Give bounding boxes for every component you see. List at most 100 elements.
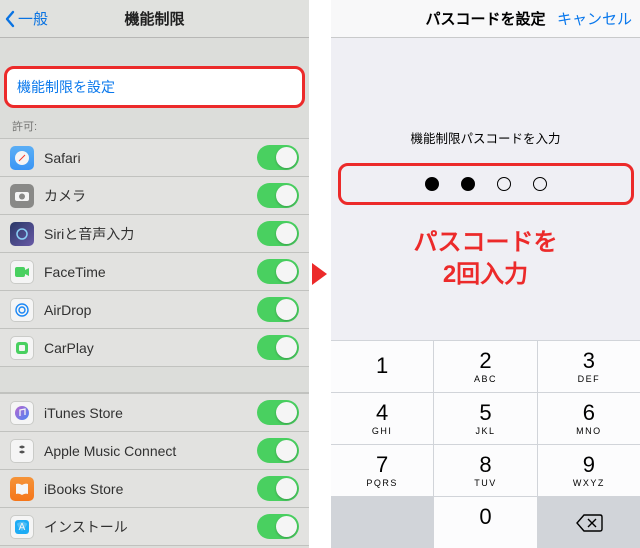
page-title: パスコードを設定 xyxy=(425,8,545,29)
key-2[interactable]: 2 ABC xyxy=(434,341,536,392)
key-backspace[interactable] xyxy=(538,497,640,548)
toggle-switch[interactable] xyxy=(257,221,299,246)
install-icon: A xyxy=(10,515,34,539)
row-label: Apple Music Connect xyxy=(44,443,257,459)
airdrop-icon xyxy=(10,298,34,322)
key-5[interactable]: 5 JKL xyxy=(434,393,536,444)
back-label: 一般 xyxy=(18,8,48,29)
applemusic-icon xyxy=(10,439,34,463)
annotation-line2: 2回入力 xyxy=(443,261,528,288)
toggle-switch[interactable] xyxy=(257,438,299,463)
list-item[interactable]: カメラ xyxy=(0,177,309,215)
key-letters: TUV xyxy=(474,478,497,488)
list-item[interactable]: FaceTime xyxy=(0,253,309,291)
numeric-keypad: 1 2 ABC 3 DEF 4 GHI 5 JKL 6 MNO 7 PQRS 8 TUV 9 W… xyxy=(331,340,640,548)
key-4[interactable]: 4 GHI xyxy=(331,393,433,444)
chevron-left-icon xyxy=(4,10,16,28)
list-item[interactable]: Safari xyxy=(0,139,309,177)
key-num: 0 xyxy=(479,506,491,528)
restrictions-pane: 一般 機能制限 機能制限を設定 許可: Safari カメラ xyxy=(0,0,309,548)
svg-text:A: A xyxy=(19,522,26,533)
facetime-icon xyxy=(10,260,34,284)
row-label: Safari xyxy=(44,150,257,166)
ibooks-icon xyxy=(10,477,34,501)
key-num: 1 xyxy=(376,355,388,377)
toggle-switch[interactable] xyxy=(257,514,299,539)
setup-restrictions-row[interactable]: 機能制限を設定 xyxy=(4,66,305,108)
key-num: 4 xyxy=(376,402,388,424)
key-letters: WXYZ xyxy=(573,478,605,488)
key-num: 9 xyxy=(583,454,595,476)
backspace-icon xyxy=(575,513,603,533)
navbar: 一般 機能制限 xyxy=(0,0,309,38)
passcode-pane: パスコードを設定 キャンセル 機能制限パスコードを入力 パスコードを 2回入力 … xyxy=(331,0,640,548)
key-num: 6 xyxy=(583,402,595,424)
key-letters: ABC xyxy=(474,374,497,384)
prompt-area: 機能制限パスコードを入力 パスコードを 2回入力 xyxy=(331,38,640,340)
key-1[interactable]: 1 xyxy=(331,341,433,392)
allow-list-2: iTunes Store Apple Music Connect iBooks … xyxy=(0,393,309,546)
toggle-switch[interactable] xyxy=(257,297,299,322)
toggle-switch[interactable] xyxy=(257,335,299,360)
list-item[interactable]: CarPlay xyxy=(0,329,309,367)
key-num: 2 xyxy=(479,350,491,372)
row-label: FaceTime xyxy=(44,264,257,280)
key-0[interactable]: 0 xyxy=(434,497,536,548)
key-8[interactable]: 8 TUV xyxy=(434,445,536,496)
passcode-dot xyxy=(461,177,475,191)
back-button[interactable]: 一般 xyxy=(0,8,48,29)
siri-icon xyxy=(10,222,34,246)
key-letters: MNO xyxy=(576,426,602,436)
toggle-switch[interactable] xyxy=(257,145,299,170)
toggle-switch[interactable] xyxy=(257,259,299,284)
key-num: 7 xyxy=(376,454,388,476)
annotation-text: パスコードを 2回入力 xyxy=(414,227,558,292)
transition-arrow xyxy=(309,0,331,548)
row-label: カメラ xyxy=(44,186,257,206)
row-label: CarPlay xyxy=(44,340,257,356)
row-label: Siriと音声入力 xyxy=(44,224,257,244)
carplay-icon xyxy=(10,336,34,360)
key-empty xyxy=(331,497,433,548)
row-label: iTunes Store xyxy=(44,405,257,421)
prompt-text: 機能制限パスコードを入力 xyxy=(410,128,560,147)
key-letters: GHI xyxy=(372,426,393,436)
row-label: iBooks Store xyxy=(44,481,257,497)
passcode-dots xyxy=(338,163,634,205)
key-letters: PQRS xyxy=(366,478,398,488)
key-3[interactable]: 3 DEF xyxy=(538,341,640,392)
key-letters: DEF xyxy=(578,374,601,384)
key-7[interactable]: 7 PQRS xyxy=(331,445,433,496)
camera-icon xyxy=(10,184,34,208)
list-item[interactable]: Siriと音声入力 xyxy=(0,215,309,253)
toggle-switch[interactable] xyxy=(257,400,299,425)
list-item[interactable]: A インストール xyxy=(0,508,309,546)
key-9[interactable]: 9 WXYZ xyxy=(538,445,640,496)
key-letters: JKL xyxy=(475,426,495,436)
section-spacer xyxy=(0,367,309,393)
setup-restrictions-label: 機能制限を設定 xyxy=(17,77,115,97)
passcode-dot xyxy=(497,177,511,191)
passcode-dot xyxy=(533,177,547,191)
list-item[interactable]: iTunes Store xyxy=(0,394,309,432)
list-item[interactable]: AirDrop xyxy=(0,291,309,329)
allow-list-1: Safari カメラ Siriと音声入力 xyxy=(0,138,309,367)
toggle-switch[interactable] xyxy=(257,476,299,501)
cancel-button[interactable]: キャンセル xyxy=(557,8,632,29)
toggle-switch[interactable] xyxy=(257,183,299,208)
key-num: 5 xyxy=(479,402,491,424)
list-item[interactable]: iBooks Store xyxy=(0,470,309,508)
allow-section-label: 許可: xyxy=(0,108,309,138)
row-label: AirDrop xyxy=(44,302,257,318)
safari-icon xyxy=(10,146,34,170)
key-num: 8 xyxy=(479,454,491,476)
itunes-icon xyxy=(10,401,34,425)
key-num: 3 xyxy=(583,350,595,372)
navbar: パスコードを設定 キャンセル xyxy=(331,0,640,38)
list-item[interactable]: Apple Music Connect xyxy=(0,432,309,470)
annotation-line1: パスコードを xyxy=(414,229,558,256)
passcode-dot xyxy=(425,177,439,191)
row-label: インストール xyxy=(44,517,257,537)
arrow-right-icon xyxy=(310,260,330,288)
key-6[interactable]: 6 MNO xyxy=(538,393,640,444)
